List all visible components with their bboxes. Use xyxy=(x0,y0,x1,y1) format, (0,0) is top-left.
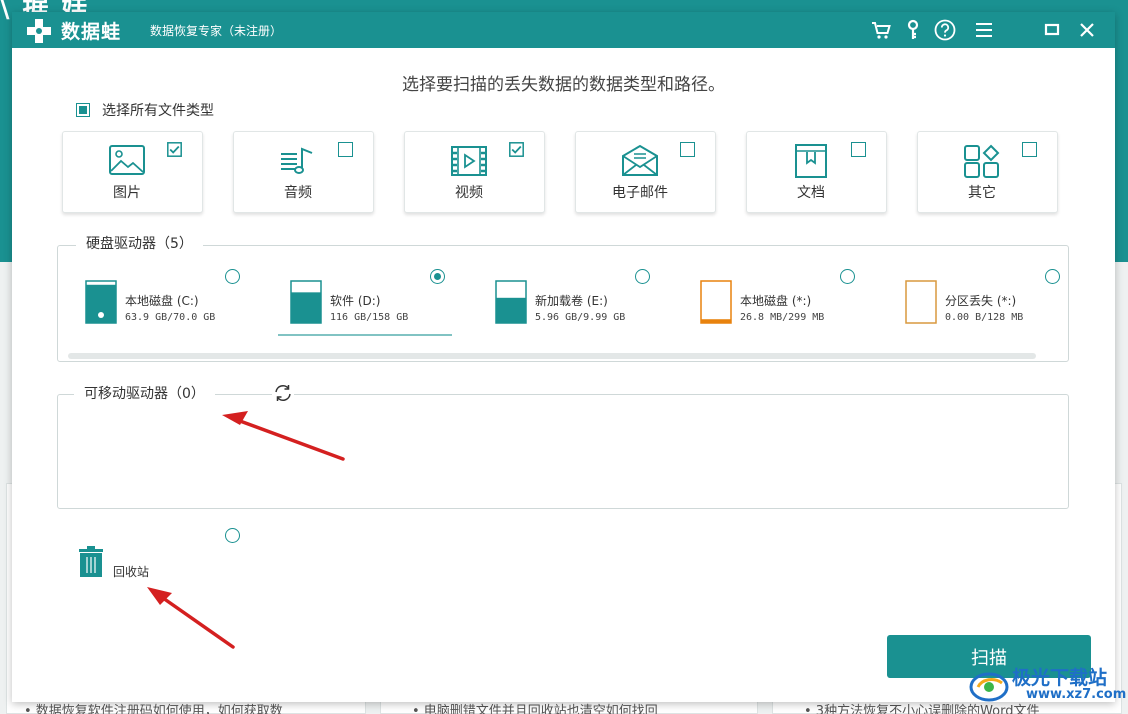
watermark-title: 极光下载站 xyxy=(1012,667,1108,689)
close-icon[interactable] xyxy=(1076,19,1098,41)
drive-radio[interactable] xyxy=(225,269,240,284)
file-type-card-video[interactable]: 视频 xyxy=(404,131,545,213)
drive-usage-fill xyxy=(496,297,526,323)
file-type-card-audio[interactable]: 音频 xyxy=(233,131,374,213)
file-type-card-other[interactable]: 其它 xyxy=(917,131,1058,213)
checkbox-checked-icon[interactable] xyxy=(167,142,182,157)
drive-item[interactable]: 软件 (D:) 116 GB/158 GB xyxy=(290,266,480,340)
file-type-label: 图片 xyxy=(113,185,141,201)
checkbox-unchecked-icon[interactable] xyxy=(338,142,353,157)
drive-icon xyxy=(700,280,732,324)
recycle-bin-radio[interactable] xyxy=(225,528,240,543)
drive-size: 0.00 B/128 MB xyxy=(945,312,1024,323)
drive-item[interactable]: 分区丢失 (*:) 0.00 B/128 MB xyxy=(905,266,1095,340)
cart-icon[interactable] xyxy=(870,19,892,41)
drive-name: 新加载卷 (E:) xyxy=(535,294,608,308)
drive-radio[interactable] xyxy=(1045,269,1060,284)
file-type-label: 电子邮件 xyxy=(612,185,668,201)
checkbox-unchecked-icon[interactable] xyxy=(851,142,866,157)
watermark-logo-icon xyxy=(969,672,1009,702)
recycle-bin-option[interactable]: 回收站 xyxy=(78,546,178,586)
logo-icon xyxy=(27,19,51,43)
file-type-card-email[interactable]: 电子邮件 xyxy=(575,131,716,213)
file-type-label: 文档 xyxy=(797,185,825,201)
recycle-bin-label: 回收站 xyxy=(113,565,150,579)
drive-usage-fill xyxy=(701,319,731,323)
image-icon xyxy=(109,145,145,175)
checkbox-checked-icon[interactable] xyxy=(509,142,524,157)
refresh-icon[interactable] xyxy=(272,382,294,404)
system-drive-icon xyxy=(98,312,104,318)
hard-drives-title: 硬盘驱动器（5） xyxy=(76,233,203,253)
drive-item[interactable]: 本地磁盘 (*:) 26.8 MB/299 MB xyxy=(700,266,890,340)
checkbox-unchecked-icon[interactable] xyxy=(680,142,695,157)
drive-name: 分区丢失 (*:) xyxy=(945,294,1017,308)
drive-icon xyxy=(290,280,322,324)
drive-size: 5.96 GB/9.99 GB xyxy=(535,312,626,323)
other-icon xyxy=(964,144,1000,178)
file-type-label: 音频 xyxy=(284,185,312,201)
removable-drives-group xyxy=(57,394,1069,509)
watermark: 极光下载站 www.xz7.com xyxy=(968,663,1126,707)
drive-radio[interactable] xyxy=(430,269,445,284)
background-article-link[interactable]: • 电脑删错文件并且回收站也清空如何找回 xyxy=(412,700,658,714)
drive-icon xyxy=(85,280,117,324)
maximize-icon[interactable] xyxy=(1041,19,1063,41)
file-type-label: 其它 xyxy=(968,185,996,201)
drive-icon xyxy=(495,280,527,324)
page-subtitle: 选择要扫描的丢失数据的数据类型和路径。 xyxy=(402,75,725,95)
audio-icon xyxy=(281,147,313,174)
file-type-card-image[interactable]: 图片 xyxy=(62,131,203,213)
app-title: 数据恢复专家（未注册） xyxy=(150,24,283,38)
app-window: 数据蛙 数据恢复专家（未注册） 选择要扫描的丢失数据的数据类型和路径。 选择所有… xyxy=(12,12,1115,702)
drive-size: 63.9 GB/70.0 GB xyxy=(125,312,216,323)
checkbox-filled-icon xyxy=(76,103,90,117)
drive-item[interactable]: 新加载卷 (E:) 5.96 GB/9.99 GB xyxy=(495,266,685,340)
drive-name: 本地磁盘 (*:) xyxy=(740,294,812,308)
selected-drive-indicator xyxy=(278,334,452,336)
drive-list-scrollbar[interactable] xyxy=(68,353,1036,359)
key-icon[interactable] xyxy=(902,19,924,41)
file-type-label: 视频 xyxy=(455,185,483,201)
document-icon xyxy=(795,144,827,178)
select-all-label: 选择所有文件类型 xyxy=(102,103,214,119)
video-icon xyxy=(451,146,487,176)
drive-icon xyxy=(905,280,937,324)
brand-name: 数据蛙 xyxy=(61,21,122,43)
help-icon[interactable] xyxy=(934,19,956,41)
file-type-card-document[interactable]: 文档 xyxy=(746,131,887,213)
drive-size: 26.8 MB/299 MB xyxy=(740,312,825,323)
title-bar: 数据蛙 数据恢复专家（未注册） xyxy=(12,12,1115,48)
drive-radio[interactable] xyxy=(635,269,650,284)
annotation-arrow xyxy=(147,587,235,649)
watermark-url: www.xz7.com xyxy=(1026,687,1127,702)
drive-name: 软件 (D:) xyxy=(330,294,381,308)
drive-item[interactable]: 本地磁盘 (C:) 63.9 GB/70.0 GB xyxy=(85,266,275,340)
checkbox-unchecked-icon[interactable] xyxy=(1022,142,1037,157)
removable-drives-title: 可移动驱动器（0） xyxy=(74,383,215,403)
email-icon xyxy=(622,144,658,176)
trash-icon xyxy=(79,546,103,577)
drive-usage-fill xyxy=(291,292,321,323)
menu-icon[interactable] xyxy=(973,19,995,41)
drive-size: 116 GB/158 GB xyxy=(330,312,409,323)
background-article-link[interactable]: • 数据恢复软件注册码如何使用，如何获取数 xyxy=(24,700,283,714)
select-all-checkbox[interactable]: 选择所有文件类型 xyxy=(76,101,214,119)
drive-radio[interactable] xyxy=(840,269,855,284)
drive-name: 本地磁盘 (C:) xyxy=(125,294,199,308)
